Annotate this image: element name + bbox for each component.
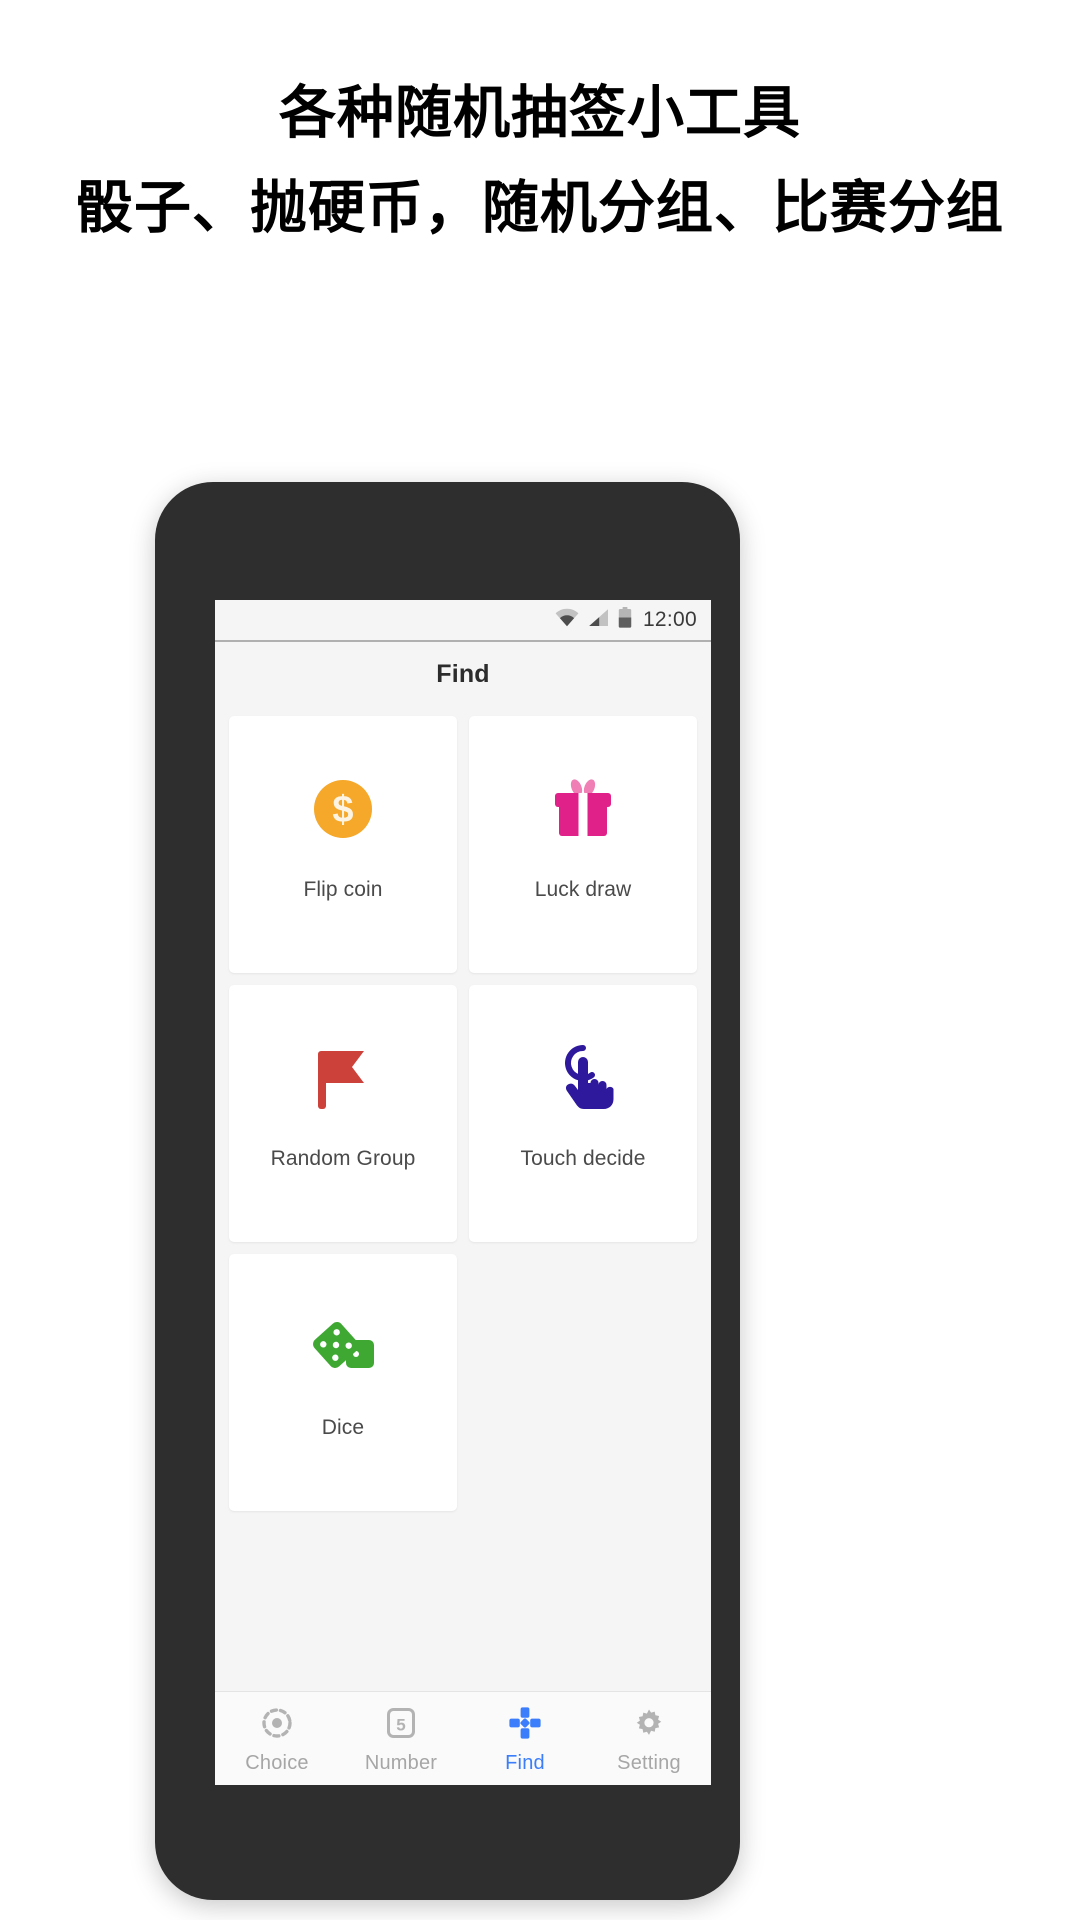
card-flip-coin[interactable]: $ Flip coin [229,716,457,973]
card-label: Luck draw [534,878,632,901]
promo-screenshot-page: 各种随机抽签小工具 骰子、抛硬币，随机分组、比赛分组 12:00 Find $ … [0,0,1080,1920]
nav-item-label: Setting [617,1751,681,1774]
phone-mockup: 12:00 Find $ Flip coin Luck draw Random … [155,482,740,1900]
card-luck-draw[interactable]: Luck draw [469,716,697,973]
nav-item-label: Number [364,1751,438,1774]
signal-icon [588,608,609,632]
nav-item-find[interactable]: Find [463,1692,587,1785]
number-five-icon: 5 [381,1703,421,1743]
promo-headline-line-2: 骰子、抛硬币，随机分组、比赛分组 [76,176,1004,241]
gear-icon [629,1703,669,1743]
card-touch-decide[interactable]: Touch decide [469,985,697,1242]
phone-screen: 12:00 Find $ Flip coin Luck draw Random … [215,600,711,1785]
nav-item-number[interactable]: 5 Number [339,1692,463,1785]
touch-hand-icon [540,1035,626,1121]
promo-headline: 各种随机抽签小工具 骰子、抛硬币，随机分组、比赛分组 [0,78,1080,247]
svg-text:$: $ [332,789,353,831]
card-dice[interactable]: Dice [229,1254,457,1511]
wifi-icon [555,608,579,632]
card-empty-slot [469,1254,697,1511]
promo-headline-line-1: 各种随机抽签小工具 [279,81,801,145]
battery-icon [618,607,632,633]
feature-card-grid: $ Flip coin Luck draw Random Group Touch… [215,706,711,1691]
status-bar: 12:00 [215,600,711,642]
nav-item-label: Choice [245,1751,309,1774]
svg-text:5: 5 [396,1715,405,1734]
card-label: Touch decide [520,1147,646,1170]
nav-item-label: Find [505,1751,545,1774]
gift-box-icon [540,766,626,852]
app-bar: Find [215,642,711,706]
flag-icon [300,1035,386,1121]
card-label: Dice [321,1416,365,1439]
card-label: Random Group [270,1147,416,1170]
card-label: Flip coin [303,878,383,901]
nav-item-choice[interactable]: Choice [215,1692,339,1785]
dpad-icon [505,1703,545,1743]
target-circle-icon [257,1703,297,1743]
card-random-group[interactable]: Random Group [229,985,457,1242]
status-bar-clock: 12:00 [642,608,697,631]
bottom-navigation: Choice 5 Number Find Setting [215,1691,711,1785]
dice-icon [300,1304,386,1390]
page-title: Find [436,659,490,688]
nav-item-setting[interactable]: Setting [587,1692,711,1785]
coin-dollar-icon: $ [300,766,386,852]
